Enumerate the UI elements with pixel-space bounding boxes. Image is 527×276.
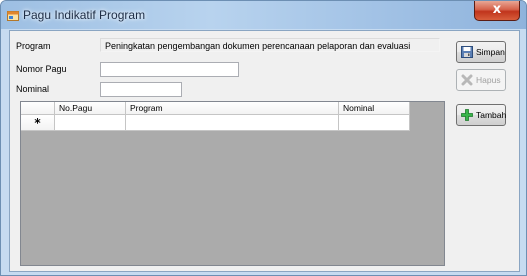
column-header-no-pagu[interactable]: No.Pagu: [55, 102, 126, 115]
simpan-button[interactable]: Simpan: [456, 41, 506, 63]
cell-program[interactable]: [126, 115, 339, 131]
program-value: Peningkatan pengembangan dokumen perenca…: [100, 38, 440, 52]
new-row-marker: *: [21, 115, 55, 131]
app-window: Pagu Indikatif Program x Program Peningk…: [0, 0, 527, 276]
delete-x-icon: [461, 74, 473, 86]
close-button[interactable]: x: [474, 1, 520, 21]
nominal-label: Nominal: [16, 84, 50, 94]
form-body: Program Peningkatan pengembangan dokumen…: [9, 30, 520, 272]
pagu-data-grid[interactable]: No.Pagu Program Nominal *: [20, 101, 445, 266]
hapus-label: Hapus: [476, 75, 501, 85]
floppy-disk-icon: [461, 46, 473, 58]
green-plus-icon: [461, 109, 473, 121]
column-header-nominal[interactable]: Nominal: [339, 102, 410, 115]
form-app-icon: [7, 9, 19, 21]
cell-no-pagu[interactable]: [55, 115, 126, 131]
simpan-label: Simpan: [476, 47, 505, 57]
program-label: Program: [16, 41, 51, 51]
new-row[interactable]: *: [21, 115, 410, 131]
column-header-program[interactable]: Program: [126, 102, 339, 115]
close-icon: x: [492, 2, 502, 17]
nomor-pagu-input[interactable]: [100, 62, 239, 77]
nominal-input[interactable]: [100, 82, 182, 97]
tambah-label: Tambah: [476, 110, 507, 120]
grid-header: No.Pagu Program Nominal: [21, 102, 410, 115]
nomor-pagu-label: Nomor Pagu: [16, 64, 67, 74]
title-bar[interactable]: Pagu Indikatif Program x: [1, 1, 526, 29]
cell-nominal[interactable]: [339, 115, 410, 131]
row-header-corner: [21, 102, 55, 115]
window-title: Pagu Indikatif Program: [23, 8, 146, 22]
tambah-button[interactable]: Tambah: [456, 104, 506, 126]
hapus-button[interactable]: Hapus: [456, 69, 506, 91]
